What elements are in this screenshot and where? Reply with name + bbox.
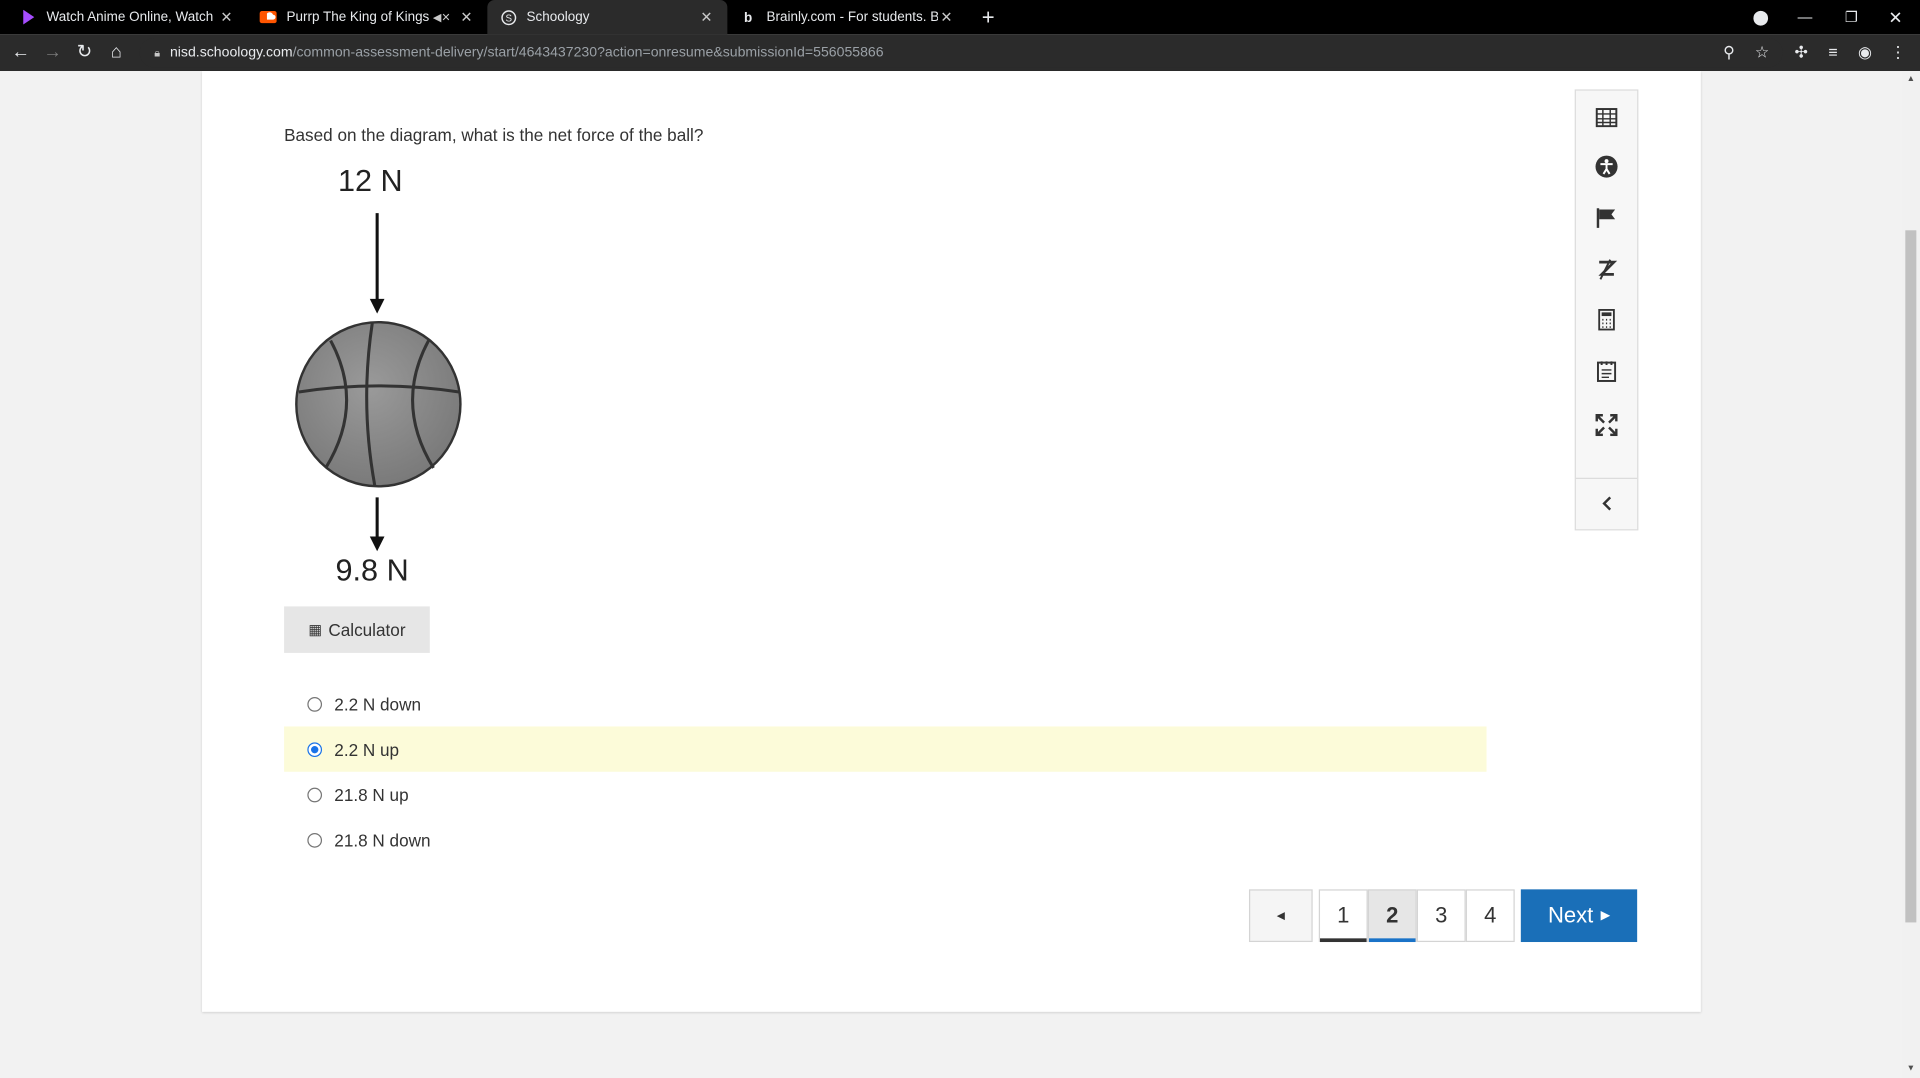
- play-icon: [20, 9, 37, 26]
- notepad-icon[interactable]: [1576, 354, 1637, 388]
- calculator-icon: ▦: [308, 621, 323, 639]
- tab-title: Watch Anime Online, Watch English: [46, 9, 218, 25]
- radio-button[interactable]: [307, 787, 323, 802]
- assessment-card: Based on the diagram, what is the net fo…: [202, 71, 1701, 1012]
- tab-anime[interactable]: Watch Anime Online, Watch English ✕: [7, 0, 247, 34]
- back-icon[interactable]: ←: [9, 40, 33, 65]
- page-answered-indicator: [1320, 938, 1367, 943]
- bottom-force-label: 9.8 N: [335, 553, 409, 588]
- tab-strip: Watch Anime Online, Watch English ✕ Purr…: [0, 0, 1920, 35]
- address-bar[interactable]: 🔒︎ nisd.schoology.com/common-assessment-…: [139, 37, 1783, 68]
- page-number: 3: [1435, 902, 1448, 928]
- page-viewport: Based on the diagram, what is the net fo…: [0, 71, 1920, 1078]
- menu-kebab-icon[interactable]: ⋮: [1886, 40, 1910, 65]
- tab-title: Purrp The King of Kings by SPN: [286, 9, 433, 25]
- minimize-icon[interactable]: —: [1793, 5, 1817, 30]
- svg-text:S: S: [505, 13, 512, 24]
- choice-label: 2.2 N down: [334, 693, 422, 714]
- page-number: 4: [1484, 902, 1497, 928]
- choice-label: 2.2 N up: [334, 739, 400, 759]
- tab-brainly[interactable]: b Brainly.com - For students. By student…: [727, 0, 967, 34]
- down-arrow-top: [369, 213, 385, 314]
- radio-button[interactable]: [307, 832, 323, 848]
- eraser-icon[interactable]: [1576, 252, 1637, 286]
- table-icon[interactable]: [1576, 100, 1637, 134]
- url-host: nisd.schoology.com: [169, 45, 293, 61]
- lock-icon: 🔒︎: [154, 45, 161, 59]
- page-number: 2: [1386, 902, 1399, 928]
- home-icon[interactable]: ⌂: [104, 40, 128, 65]
- page-button-2[interactable]: 2: [1367, 889, 1417, 943]
- soundcloud-icon: [259, 9, 277, 26]
- bookmark-star-icon[interactable]: ☆: [1750, 40, 1774, 65]
- choice-label: 21.8 N up: [334, 784, 409, 805]
- collapse-icon[interactable]: [1576, 486, 1637, 520]
- extensions-icon[interactable]: ✣: [1789, 40, 1813, 65]
- calculator-label: Calculator: [328, 619, 406, 640]
- answer-choices: 2.2 N down 2.2 N up 21.8 N up 21.8 N dow…: [284, 681, 1487, 862]
- page-button-4[interactable]: 4: [1465, 889, 1515, 943]
- speaker-mute-icon[interactable]: ◀✕: [433, 10, 451, 23]
- close-icon[interactable]: ✕: [698, 9, 715, 26]
- close-window-icon[interactable]: ✕: [1883, 5, 1907, 30]
- next-arrow-icon: ▶: [1600, 908, 1611, 923]
- new-tab-button[interactable]: +: [976, 5, 1000, 30]
- restore-icon[interactable]: ❐: [1839, 5, 1863, 30]
- browser-toolbar: ← → ↻ ⌂ 🔒︎ nisd.schoology.com/common-ass…: [0, 34, 1920, 72]
- profile-menu-icon[interactable]: ⬤: [1749, 5, 1773, 30]
- media-control-icon[interactable]: ≡: [1821, 40, 1845, 65]
- accessibility-icon[interactable]: [1576, 149, 1637, 183]
- scroll-up-icon[interactable]: ▲: [1905, 74, 1916, 85]
- tab-title: Schoology: [526, 9, 590, 25]
- page-scrollbar[interactable]: ▲ ▼: [1901, 71, 1920, 1078]
- tool-divider: [1575, 477, 1638, 479]
- page-button-1[interactable]: 1: [1318, 889, 1368, 943]
- calculator-button[interactable]: ▦ Calculator: [284, 606, 430, 653]
- tab-soundcloud[interactable]: Purrp The King of Kings by SPN ◀✕ ✕: [247, 0, 487, 34]
- choice-option-selected[interactable]: 2.2 N up: [284, 726, 1487, 772]
- next-button[interactable]: Next ▶: [1520, 889, 1638, 943]
- close-icon[interactable]: ✕: [218, 9, 235, 26]
- next-label: Next: [1547, 902, 1594, 928]
- schoology-icon: S: [500, 9, 517, 26]
- brainly-icon: b: [740, 9, 757, 26]
- scroll-thumb[interactable]: [1905, 230, 1917, 923]
- radio-button-checked[interactable]: [307, 741, 323, 757]
- tab-title: Brainly.com - For students. By students.: [766, 9, 938, 25]
- tool-panel: [1574, 89, 1639, 531]
- reload-icon[interactable]: ↻: [72, 40, 96, 65]
- choice-label: 21.8 N down: [334, 829, 431, 850]
- down-arrow-bottom: [369, 497, 385, 552]
- close-icon[interactable]: ✕: [458, 9, 475, 26]
- radio-button[interactable]: [307, 696, 323, 712]
- choice-option[interactable]: 2.2 N down: [284, 681, 1486, 726]
- basketball-icon: [295, 320, 462, 488]
- force-diagram: 12 N 9.8 N: [284, 164, 468, 595]
- url-path: /common-assessment-delivery/start/464343…: [292, 45, 884, 61]
- choice-option[interactable]: 21.8 N down: [284, 817, 1486, 862]
- scroll-down-icon[interactable]: ▼: [1905, 1063, 1916, 1074]
- page-number: 1: [1337, 902, 1350, 928]
- fullscreen-icon[interactable]: [1576, 408, 1637, 442]
- calculator-icon[interactable]: [1576, 303, 1637, 337]
- choice-option[interactable]: 21.8 N up: [284, 772, 1486, 817]
- page-button-3[interactable]: 3: [1416, 889, 1466, 943]
- forward-icon[interactable]: →: [40, 40, 64, 65]
- tab-schoology[interactable]: S Schoology ✕: [487, 0, 728, 35]
- current-page-indicator: [1368, 938, 1416, 943]
- profile-avatar-icon[interactable]: ◉: [1853, 40, 1877, 65]
- previous-button[interactable]: ◄: [1248, 889, 1313, 943]
- close-icon[interactable]: ✕: [938, 9, 955, 26]
- question-text: Based on the diagram, what is the net fo…: [284, 124, 704, 145]
- svg-text:b: b: [744, 10, 752, 24]
- zoom-icon[interactable]: ⚲: [1717, 40, 1741, 65]
- basketball-diagram: [295, 213, 462, 552]
- flag-icon[interactable]: [1576, 201, 1637, 235]
